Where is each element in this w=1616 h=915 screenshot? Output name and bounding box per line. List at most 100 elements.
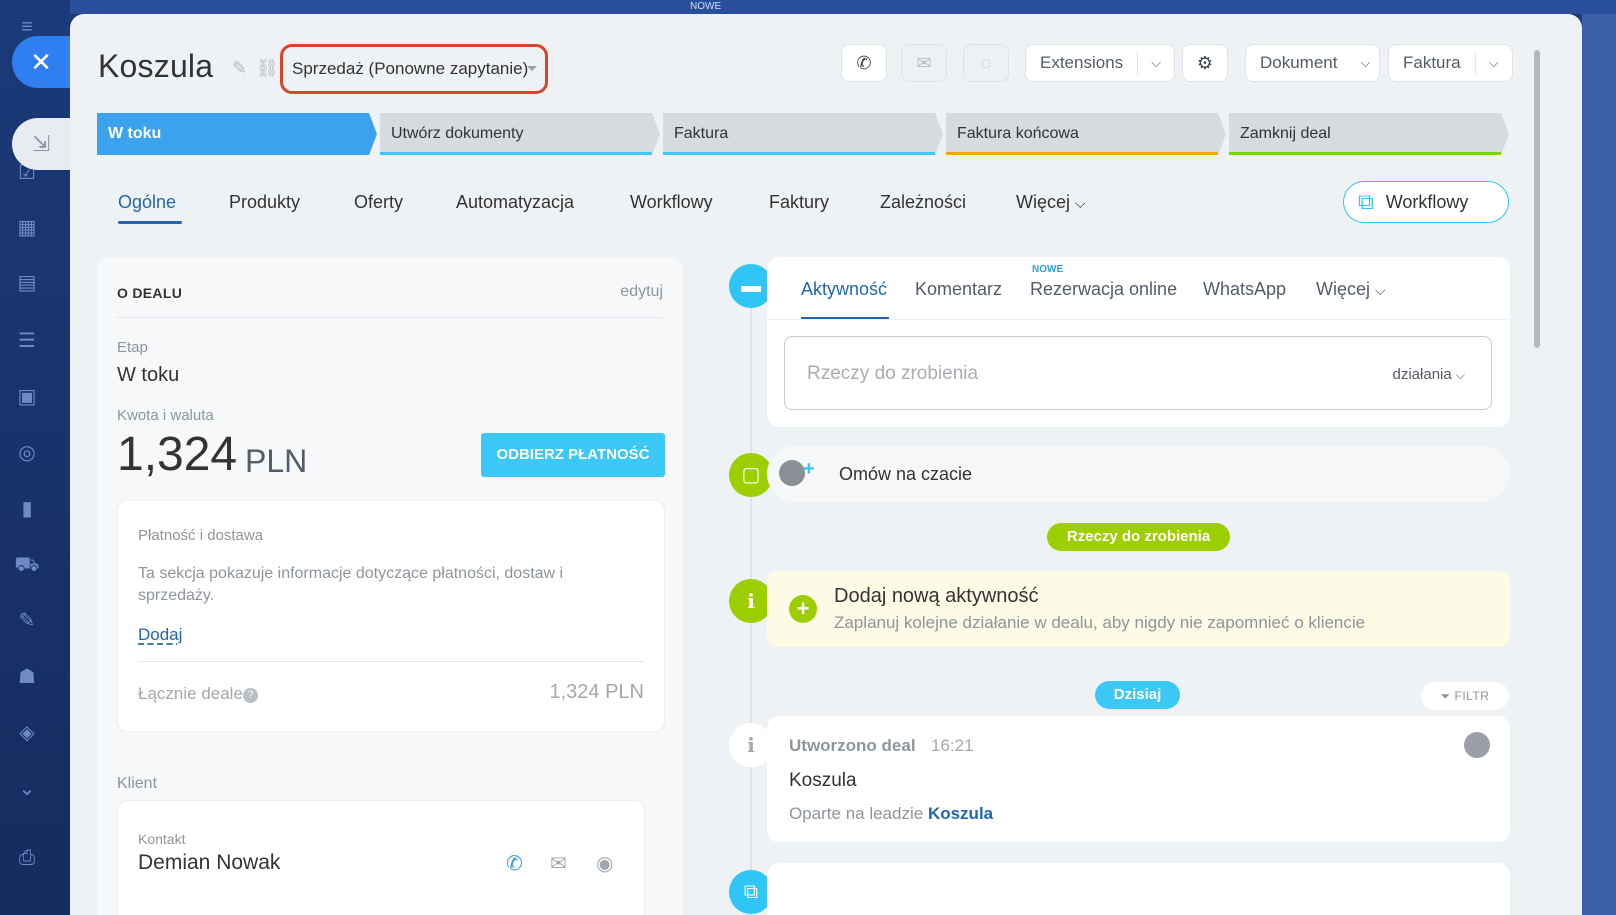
- email-button[interactable]: ✉: [901, 44, 947, 82]
- workflows-label: Workflowy: [1385, 191, 1469, 212]
- scrollbar[interactable]: [1534, 50, 1540, 348]
- stage-label: W toku: [108, 125, 162, 142]
- tab-comment[interactable]: Komentarz: [915, 279, 1002, 300]
- tab-more-activity[interactable]: Więcej ⌵: [1316, 279, 1386, 300]
- chat-icon[interactable]: ◉: [596, 851, 613, 876]
- help-icon[interactable]: ?: [242, 688, 258, 703]
- amount-value[interactable]: 1,324: [117, 427, 237, 482]
- add-payment-link[interactable]: Dodaj: [138, 625, 182, 645]
- pipeline-select[interactable]: Sprzedaż (Ponowne zapytanie): [280, 44, 548, 94]
- phone-icon[interactable]: ✆: [506, 851, 523, 876]
- close-button[interactable]: ✕: [12, 36, 70, 88]
- mail-icon[interactable]: ✉: [550, 851, 567, 876]
- tab-more-label: Więcej: [1316, 279, 1371, 299]
- chevron-down-icon: ⌵: [1360, 55, 1371, 70]
- plus-circle-icon[interactable]: +: [789, 595, 817, 623]
- tab-dependencies[interactable]: Zależności: [880, 192, 966, 213]
- edit-link[interactable]: edytuj: [620, 283, 663, 301]
- filter-label: FILTR: [1454, 689, 1490, 703]
- filter-icon: ⏷: [1440, 689, 1451, 703]
- stage-field-value[interactable]: W toku: [117, 364, 179, 387]
- divider: [138, 661, 644, 662]
- phone-icon: ✆: [856, 52, 872, 73]
- total-deals-text: Łącznie deale: [138, 684, 243, 703]
- chat-button[interactable]: ◌: [963, 44, 1009, 82]
- close-icon: ✕: [30, 47, 52, 77]
- payment-delivery-box: Płatność i dostawa Ta sekcja pokazuje in…: [117, 500, 665, 732]
- active-tab-underline: [118, 221, 182, 224]
- tab-online-booking[interactable]: Rezerwacja online: [1030, 279, 1177, 300]
- event-source-prefix: Oparte na leadzie: [789, 804, 924, 823]
- pipeline-label: Sprzedaż (Ponowne zapytanie): [292, 59, 529, 78]
- print-icon[interactable]: ⎙: [14, 845, 40, 871]
- stage-close-deal[interactable]: Zamknij deal: [1229, 113, 1509, 155]
- client-label: Klient: [117, 775, 158, 792]
- actions-dropdown[interactable]: działania ⌵: [1393, 366, 1466, 383]
- invoice-button[interactable]: Faktura ⌵: [1388, 44, 1513, 82]
- stage-label: Zamknij deal: [1240, 125, 1331, 142]
- event-source: Oparte na leadzie Koszula: [789, 804, 993, 824]
- link-icon[interactable]: ⛓: [256, 58, 279, 79]
- minimize-button[interactable]: ⇲: [12, 118, 70, 170]
- box-icon[interactable]: ◈: [14, 720, 40, 746]
- avatar[interactable]: [1464, 732, 1490, 758]
- stage-label: Faktura końcowa: [957, 125, 1079, 142]
- event-deal-name: Koszula: [789, 770, 857, 791]
- tab-whatsapp[interactable]: WhatsApp: [1203, 279, 1286, 300]
- next-timeline-event: [767, 863, 1510, 915]
- crm-icon[interactable]: ☰: [14, 328, 40, 354]
- lead-link[interactable]: Koszula: [928, 804, 993, 823]
- cart-icon[interactable]: ⛟: [14, 552, 40, 578]
- payment-title: Płatność i dostawa: [138, 527, 264, 544]
- tab-offers[interactable]: Oferty: [354, 192, 403, 213]
- robot-icon[interactable]: ☗: [14, 664, 40, 690]
- stage-final-invoice[interactable]: Faktura końcowa: [946, 113, 1226, 155]
- divider: [117, 317, 663, 318]
- todo-input[interactable]: Rzeczy do zrobienia działania ⌵: [784, 336, 1492, 410]
- discuss-chat-button[interactable]: + Omów na czacie: [767, 446, 1510, 502]
- calendar-icon[interactable]: ▦: [14, 215, 40, 241]
- tab-workflows[interactable]: Workflowy: [630, 192, 713, 213]
- tab-activity[interactable]: Aktywność: [801, 279, 887, 300]
- analytics-icon[interactable]: ▮: [14, 496, 40, 522]
- deal-panel: Koszula ✎ ⛓ Sprzedaż (Ponowne zapytanie)…: [70, 14, 1582, 915]
- filter-button[interactable]: ⏷ FILTR: [1421, 682, 1509, 710]
- document-button[interactable]: Dokument ⌵: [1245, 44, 1381, 82]
- call-button[interactable]: ✆: [841, 44, 887, 82]
- payment-description: Ta sekcja pokazuje informacje dotyczące …: [138, 565, 564, 604]
- target-icon[interactable]: ◎: [14, 440, 40, 466]
- pencil-icon[interactable]: ✎: [232, 58, 247, 79]
- tab-automation[interactable]: Automatyzacja: [456, 192, 574, 213]
- document-label: Dokument: [1260, 53, 1338, 72]
- chevron-down-icon: ⌵: [1151, 55, 1162, 70]
- gear-icon: ⚙: [1196, 52, 1214, 73]
- mail-icon: ✉: [916, 52, 932, 73]
- settings-button[interactable]: ⚙: [1182, 44, 1228, 82]
- stage-create-documents[interactable]: Utwórz dokumenty: [380, 113, 660, 155]
- stage-invoice[interactable]: Faktura: [663, 113, 943, 155]
- plus-icon: +: [803, 458, 815, 480]
- workflows-button[interactable]: ⧉ Workflowy: [1343, 181, 1509, 223]
- chevron-down-icon[interactable]: ⌄: [14, 776, 40, 802]
- store-icon[interactable]: ▣: [14, 384, 40, 410]
- tab-invoices[interactable]: Faktury: [769, 192, 829, 213]
- tab-more[interactable]: Więcej ⌵: [1016, 192, 1086, 213]
- chevron-down-icon: ⌵: [1455, 368, 1465, 382]
- event-title: Utworzono deal: [789, 736, 916, 755]
- total-deals-value: 1,324 PLN: [549, 681, 644, 703]
- sign-icon[interactable]: ✎: [14, 608, 40, 634]
- contact-name[interactable]: Demian Nowak: [138, 851, 280, 875]
- tab-general[interactable]: Ogólne: [118, 192, 176, 213]
- receive-payment-button[interactable]: ODBIERZ PŁATNOŚĆ: [481, 433, 665, 477]
- stage-in-progress[interactable]: W toku: [97, 113, 377, 155]
- avatar: [779, 460, 805, 486]
- tab-products[interactable]: Produkty: [229, 192, 300, 213]
- currency-value: PLN: [245, 443, 308, 479]
- add-activity-card[interactable]: + Dodaj nową aktywność Zaplanuj kolejne …: [767, 571, 1510, 647]
- extensions-button[interactable]: Extensions ⌵: [1025, 44, 1176, 82]
- contacts-icon[interactable]: ▤: [14, 270, 40, 296]
- deal-created-event: Utworzono deal 16:21 Koszula Oparte na l…: [767, 716, 1510, 842]
- workflow-icon: ⧉: [1358, 189, 1374, 214]
- actions-label: działania: [1392, 366, 1452, 383]
- section-title: O DEALU: [117, 285, 183, 301]
